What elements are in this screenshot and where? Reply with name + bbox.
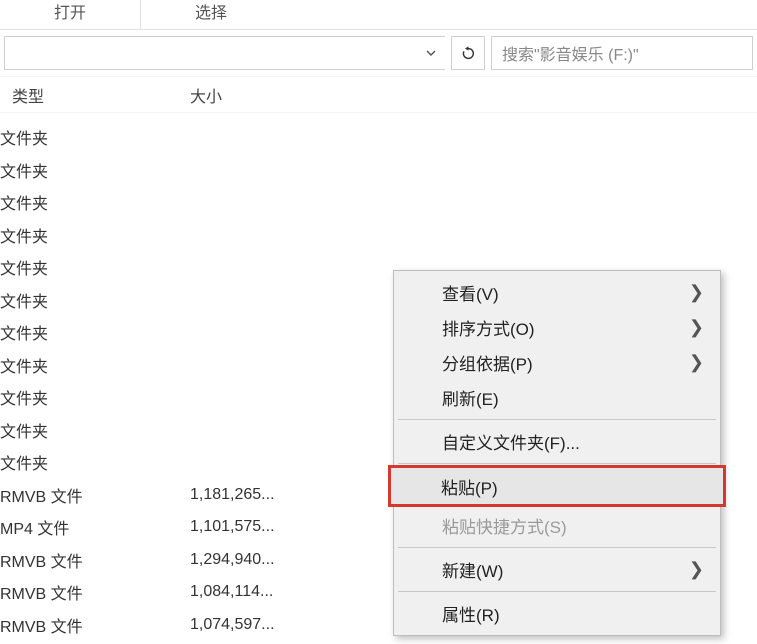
menu-paste-highlighted[interactable]: 粘贴(P) [388, 465, 726, 507]
cell-type: 文件夹 [0, 385, 190, 409]
menu-separator [398, 463, 716, 464]
address-bar[interactable] [4, 36, 445, 70]
list-item[interactable]: 文件夹 [0, 154, 757, 187]
menu-label: 排序方式(O) [442, 315, 535, 340]
menu-view[interactable]: 查看(V) ❯ [396, 275, 718, 310]
menu-paste-shortcut: 粘贴快捷方式(S) [396, 508, 718, 543]
list-item[interactable]: 文件夹 [0, 219, 757, 252]
cell-type: RMVB 文件 [0, 580, 190, 604]
menu-label: 查看(V) [442, 280, 499, 305]
column-headers: 类型 大小 [0, 77, 757, 113]
menu-label: 粘贴(P) [441, 474, 498, 499]
menu-new[interactable]: 新建(W) ❯ [396, 552, 718, 587]
toolbar-select[interactable]: 选择 [141, 0, 281, 29]
menu-properties[interactable]: 属性(R) [396, 596, 718, 631]
menu-group[interactable]: 分组依据(P) ❯ [396, 345, 718, 380]
header-type[interactable]: 类型 [0, 83, 190, 107]
cell-type: 文件夹 [0, 190, 190, 214]
cell-type: 文件夹 [0, 223, 190, 247]
menu-label: 自定义文件夹(F)... [442, 429, 580, 454]
menu-sort[interactable]: 排序方式(O) ❯ [396, 310, 718, 345]
menu-label: 新建(W) [442, 557, 503, 582]
cell-size: 1,181,265... [190, 486, 340, 504]
cell-type: RMVB 文件 [0, 483, 190, 507]
list-item[interactable]: 文件夹 [0, 121, 757, 154]
cell-type: 文件夹 [0, 288, 190, 312]
header-size[interactable]: 大小 [190, 83, 340, 107]
menu-separator [398, 591, 716, 592]
cell-type: 文件夹 [0, 418, 190, 442]
menu-customize-folder[interactable]: 自定义文件夹(F)... [396, 424, 718, 459]
refresh-button[interactable] [451, 36, 485, 70]
search-placeholder: 搜索"影音娱乐 (F:)" [502, 41, 639, 65]
cell-type: 文件夹 [0, 320, 190, 344]
chevron-right-icon: ❯ [689, 282, 704, 303]
cell-type: RMVB 文件 [0, 613, 190, 637]
cell-size: 1,084,114... [190, 583, 340, 601]
cell-type: 文件夹 [0, 450, 190, 474]
menu-label: 分组依据(P) [442, 350, 533, 375]
address-search-row: 搜索"影音娱乐 (F:)" [0, 30, 757, 77]
cell-type: 文件夹 [0, 353, 190, 377]
ribbon-toolbar: 打开 选择 [0, 0, 757, 30]
menu-label: 粘贴快捷方式(S) [442, 513, 567, 538]
cell-size: 1,101,575... [190, 518, 340, 536]
cell-type: MP4 文件 [0, 515, 190, 539]
list-item[interactable]: 文件夹 [0, 186, 757, 219]
menu-label: 属性(R) [442, 601, 500, 626]
address-dropdown-icon[interactable] [417, 37, 445, 69]
context-menu: 查看(V) ❯ 排序方式(O) ❯ 分组依据(P) ❯ 刷新(E) 自定义文件夹… [393, 270, 721, 636]
cell-type: 文件夹 [0, 158, 190, 182]
toolbar-open[interactable]: 打开 [0, 0, 140, 29]
menu-separator [398, 547, 716, 548]
search-input[interactable]: 搜索"影音娱乐 (F:)" [491, 36, 753, 70]
cell-size: 1,074,597... [190, 616, 340, 634]
chevron-right-icon: ❯ [689, 352, 704, 373]
chevron-right-icon: ❯ [689, 559, 704, 580]
cell-type: RMVB 文件 [0, 548, 190, 572]
chevron-right-icon: ❯ [689, 317, 704, 338]
cell-type: 文件夹 [0, 125, 190, 149]
menu-refresh[interactable]: 刷新(E) [396, 380, 718, 415]
menu-separator [398, 419, 716, 420]
cell-type: 文件夹 [0, 255, 190, 279]
cell-size: 1,294,940... [190, 551, 340, 569]
menu-label: 刷新(E) [442, 385, 499, 410]
